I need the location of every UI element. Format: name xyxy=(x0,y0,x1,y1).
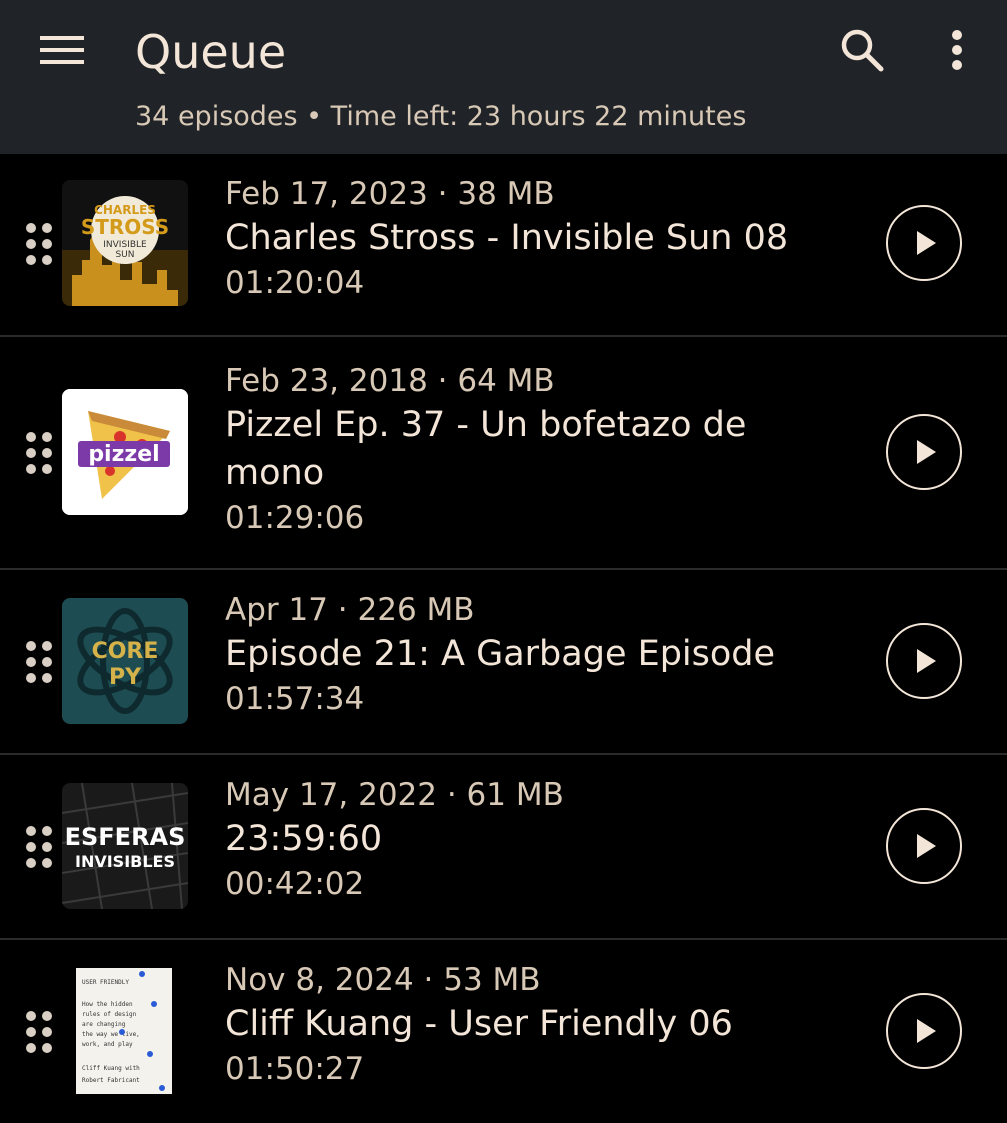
podcast-artwork: pizzel xyxy=(62,389,188,515)
drag-handle-icon[interactable] xyxy=(26,432,52,474)
svg-text:the way we live,: the way we live, xyxy=(82,1031,140,1038)
episode-duration: 00:42:02 xyxy=(225,866,365,902)
episode-duration: 01:50:27 xyxy=(225,1051,365,1087)
episode-duration: 01:29:06 xyxy=(225,500,365,536)
svg-text:CORE: CORE xyxy=(92,639,159,664)
episode-date-size: Feb 23, 2018 · 64 MB xyxy=(225,363,555,399)
episode-row[interactable]: USER FRIENDLY How the hidden rules of de… xyxy=(0,940,1007,1123)
episode-duration: 01:20:04 xyxy=(225,265,365,301)
play-icon xyxy=(917,231,936,255)
drag-handle-icon[interactable] xyxy=(26,826,52,868)
search-button[interactable] xyxy=(834,22,890,78)
play-icon xyxy=(917,649,936,673)
svg-text:PY: PY xyxy=(109,665,142,690)
svg-text:rules of design: rules of design xyxy=(82,1011,137,1018)
episode-cover: ESFERAS INVISIBLES xyxy=(62,783,188,909)
episode-cover: pizzel xyxy=(62,389,188,515)
svg-text:USER FRIENDLY: USER FRIENDLY xyxy=(82,979,129,986)
play-button[interactable] xyxy=(886,623,962,699)
episode-row[interactable]: pizzel Feb 23, 2018 · 64 MB Pizzel Ep. 3… xyxy=(0,337,1007,570)
svg-text:INVISIBLE: INVISIBLE xyxy=(103,240,147,250)
episode-title: Pizzel Ep. 37 - Un bofetazo de mono xyxy=(225,405,747,493)
episode-date-size: Nov 8, 2024 · 53 MB xyxy=(225,962,541,998)
episode-cover: USER FRIENDLY How the hidden rules of de… xyxy=(62,968,188,1094)
play-button[interactable] xyxy=(886,414,962,490)
svg-text:INVISIBLES: INVISIBLES xyxy=(75,852,175,871)
more-options-button[interactable] xyxy=(932,22,982,78)
podcast-artwork: CORE PY xyxy=(62,598,188,724)
episode-title: Episode 21: A Garbage Episode xyxy=(225,634,776,674)
svg-text:work, and play: work, and play xyxy=(82,1041,133,1048)
episode-date-size: May 17, 2022 · 61 MB xyxy=(225,777,564,813)
episode-duration: 01:57:34 xyxy=(225,681,365,717)
play-icon xyxy=(917,834,936,858)
svg-text:pizzel: pizzel xyxy=(88,442,159,467)
svg-text:STROSS: STROSS xyxy=(81,215,169,239)
episode-cover: CHARLES STROSS INVISIBLE SUN xyxy=(62,180,188,306)
episode-date-size: Feb 17, 2023 · 38 MB xyxy=(225,176,555,212)
page-title: Queue xyxy=(135,25,287,79)
svg-text:ESFERAS: ESFERAS xyxy=(65,823,186,851)
episode-row[interactable]: CHARLES STROSS INVISIBLE SUN Feb 17, 202… xyxy=(0,154,1007,337)
drag-handle-icon[interactable] xyxy=(26,641,52,683)
play-icon xyxy=(917,440,936,464)
episode-title: Cliff Kuang - User Friendly 06 xyxy=(225,1004,733,1044)
more-vert-icon xyxy=(952,30,962,70)
play-icon xyxy=(917,1019,936,1043)
podcast-artwork: CHARLES STROSS INVISIBLE SUN xyxy=(62,180,188,306)
podcast-artwork: USER FRIENDLY How the hidden rules of de… xyxy=(62,968,188,1094)
episode-row[interactable]: CORE PY Apr 17 · 226 MB Episode 21: A Ga… xyxy=(0,570,1007,755)
episode-title: Charles Stross - Invisible Sun 08 xyxy=(225,218,789,258)
menu-button[interactable] xyxy=(30,22,94,78)
app-bar: Queue 34 episodes • Time left: 23 hours … xyxy=(0,0,1007,154)
queue-summary: 34 episodes • Time left: 23 hours 22 min… xyxy=(135,101,747,132)
play-button[interactable] xyxy=(886,205,962,281)
svg-text:SUN: SUN xyxy=(115,250,134,260)
svg-text:Robert Fabricant: Robert Fabricant xyxy=(82,1077,140,1084)
podcast-artwork: ESFERAS INVISIBLES xyxy=(62,783,188,909)
play-button[interactable] xyxy=(886,808,962,884)
search-icon xyxy=(841,29,884,72)
play-button[interactable] xyxy=(886,993,962,1069)
svg-text:Cliff Kuang with: Cliff Kuang with xyxy=(82,1065,140,1072)
drag-handle-icon[interactable] xyxy=(26,1011,52,1053)
episode-cover: CORE PY xyxy=(62,598,188,724)
episode-date-size: Apr 17 · 226 MB xyxy=(225,592,475,628)
drag-handle-icon[interactable] xyxy=(26,223,52,265)
episode-title: 23:59:60 xyxy=(225,819,383,859)
menu-icon xyxy=(40,36,84,64)
svg-text:How the hidden: How the hidden xyxy=(82,1001,133,1008)
episode-row[interactable]: ESFERAS INVISIBLES May 17, 2022 · 61 MB … xyxy=(0,755,1007,940)
svg-text:are changing: are changing xyxy=(82,1021,126,1028)
